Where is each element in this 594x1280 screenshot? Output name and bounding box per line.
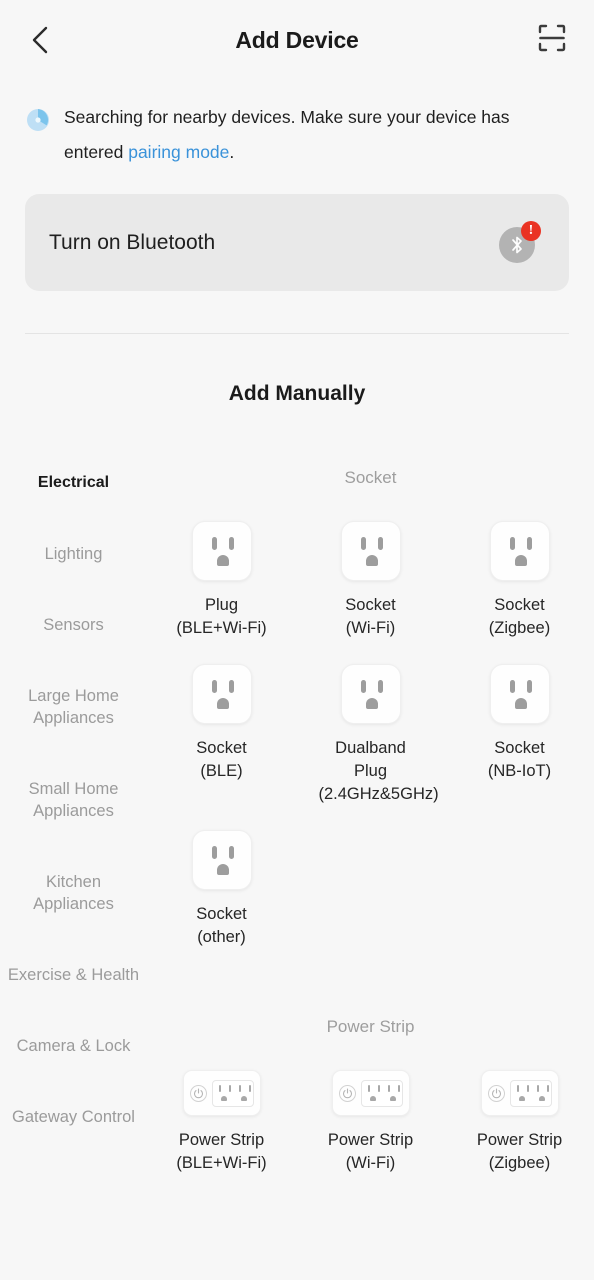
- device-tile[interactable]: Plug (BLE+Wi-Fi): [147, 521, 296, 640]
- bluetooth-card-label: Turn on Bluetooth: [49, 230, 216, 254]
- device-tile[interactable]: Socket (BLE): [147, 664, 296, 806]
- sidebar-item-gateway-control[interactable]: Gateway Control: [0, 1106, 147, 1128]
- device-tile[interactable]: Power Strip (Wi-Fi): [296, 1070, 445, 1175]
- device-tile-label: Socket (Zigbee): [488, 596, 551, 637]
- radar-loading-icon: [26, 108, 50, 132]
- device-tile-label: Power Strip (Wi-Fi): [327, 1131, 414, 1172]
- device-tile-label: Socket (BLE): [196, 739, 247, 780]
- section-divider: [25, 333, 569, 334]
- back-button[interactable]: [18, 18, 62, 62]
- device-tile-label: Socket (other): [196, 905, 247, 946]
- device-tile[interactable]: Power Strip (Zigbee): [445, 1070, 594, 1175]
- pairing-mode-link[interactable]: pairing mode: [128, 142, 229, 162]
- device-tile-label: Socket (NB-IoT): [487, 739, 552, 780]
- socket-outlet-icon: [191, 521, 252, 581]
- bluetooth-alert-badge: !: [521, 220, 541, 241]
- searching-text: Searching for nearby devices. Make sure …: [64, 100, 544, 170]
- sidebar-item-exercise-health[interactable]: Exercise & Health: [0, 964, 147, 986]
- product-grid-area: Socket Plug (BLE+Wi-Fi) Socket (Wi-Fi) Socke…: [147, 468, 594, 1228]
- section-header-power-strip: Power Strip: [326, 1017, 415, 1036]
- power-strip-grid: Power Strip (BLE+Wi-Fi) Power Strip (Wi-Fi)…: [147, 1070, 594, 1199]
- power-strip-icon: [480, 1070, 559, 1116]
- device-tile-label: Power Strip (Zigbee): [476, 1131, 563, 1172]
- socket-grid: Plug (BLE+Wi-Fi) Socket (Wi-Fi) Socket (Zigbe…: [147, 521, 594, 973]
- power-strip-icon: [331, 1070, 410, 1116]
- device-tile-label: Socket (Wi-Fi): [345, 596, 396, 637]
- device-tile-label: Power Strip (BLE+Wi-Fi): [176, 1131, 267, 1172]
- add-manually-heading: Add Manually: [228, 382, 366, 405]
- section-header-socket: Socket: [344, 468, 397, 487]
- add-device-screen: Add Device Searching for nearby devices.…: [0, 0, 594, 1280]
- socket-outlet-icon: [191, 664, 252, 724]
- scan-qr-icon: [537, 23, 567, 58]
- searching-status: Searching for nearby devices. Make sure …: [0, 80, 594, 170]
- chevron-left-icon: [29, 25, 51, 55]
- turn-on-bluetooth-card[interactable]: Turn on Bluetooth !: [25, 194, 569, 291]
- header-bar: Add Device: [0, 0, 594, 80]
- sidebar-item-camera-lock[interactable]: Camera & Lock: [0, 1035, 147, 1057]
- device-tile[interactable]: Power Strip (BLE+Wi-Fi): [147, 1070, 296, 1175]
- device-tile[interactable]: Socket (NB-IoT): [445, 664, 594, 806]
- power-button-icon: [338, 1084, 356, 1102]
- device-tile[interactable]: Socket (other): [147, 830, 296, 949]
- device-tile[interactable]: Dualband Plug (2.4GHz&5GHz): [296, 664, 445, 806]
- device-tile-label: Plug (BLE+Wi-Fi): [176, 596, 267, 637]
- socket-outlet-icon: [340, 521, 401, 581]
- power-button-icon: [487, 1084, 505, 1102]
- searching-text-after: .: [229, 142, 235, 162]
- category-sidebar: Electrical Lighting Sensors Large Home A…: [0, 468, 147, 1228]
- sidebar-item-small-home-appliances[interactable]: Small Home Appliances: [0, 778, 147, 822]
- socket-outlet-icon: [340, 664, 401, 724]
- sidebar-item-sensors[interactable]: Sensors: [0, 614, 147, 636]
- device-tile-label: Dualband Plug (2.4GHz&5GHz): [318, 739, 439, 803]
- power-button-icon: [189, 1084, 207, 1102]
- socket-outlet-icon: [489, 664, 550, 724]
- device-tile[interactable]: Socket (Zigbee): [445, 521, 594, 640]
- sidebar-item-large-home-appliances[interactable]: Large Home Appliances: [0, 685, 147, 729]
- page-title: Add Device: [235, 26, 359, 53]
- device-tile[interactable]: Socket (Wi-Fi): [296, 521, 445, 640]
- socket-outlet-icon: [191, 830, 252, 890]
- bluetooth-status-indicator: !: [497, 220, 541, 265]
- sidebar-item-lighting[interactable]: Lighting: [0, 543, 147, 565]
- sidebar-item-electrical[interactable]: Electrical: [0, 472, 147, 494]
- socket-outlet-icon: [489, 521, 550, 581]
- scan-button[interactable]: [530, 18, 574, 62]
- sidebar-item-kitchen-appliances[interactable]: Kitchen Appliances: [0, 871, 147, 915]
- manual-add-body: Electrical Lighting Sensors Large Home A…: [0, 468, 594, 1228]
- power-strip-icon: [182, 1070, 261, 1116]
